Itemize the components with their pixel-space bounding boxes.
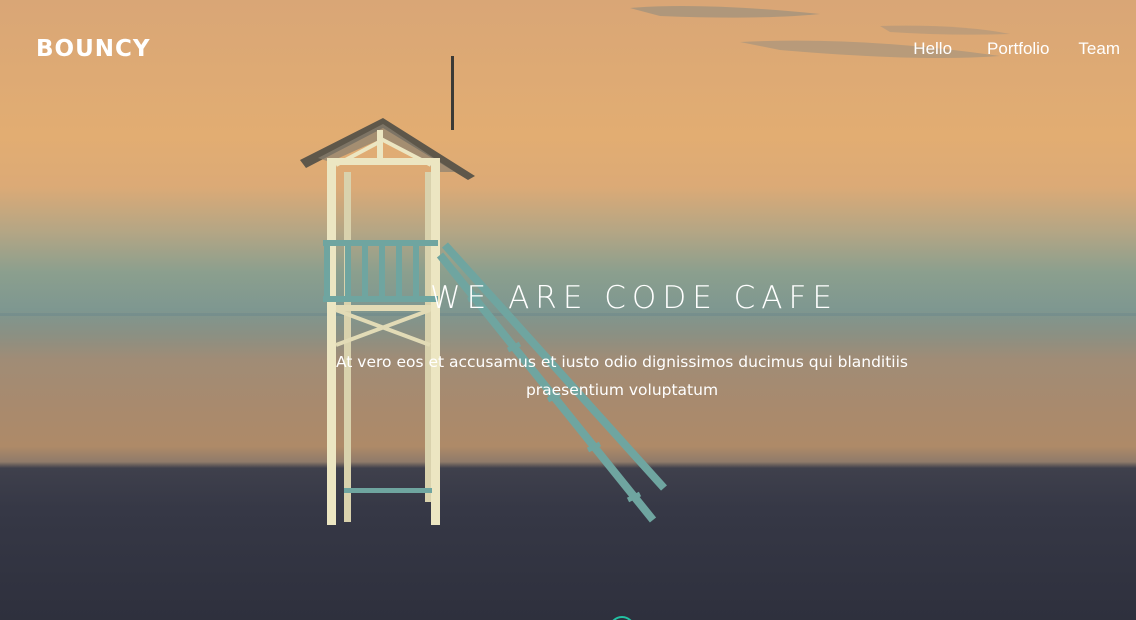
nav-link-team[interactable]: Team bbox=[1078, 39, 1120, 59]
hero-section: BOUNCY Hello Portfolio Team WE ARE CODE … bbox=[0, 0, 1136, 620]
logo[interactable]: BOUNCY bbox=[36, 36, 151, 62]
nav-link-portfolio[interactable]: Portfolio bbox=[987, 39, 1049, 59]
hero-subtitle: At vero eos et accusamus et iusto odio d… bbox=[335, 353, 909, 399]
main-nav: Hello Portfolio Team bbox=[913, 39, 1120, 59]
hero-title: WE ARE CODE CAFE bbox=[430, 280, 838, 316]
nav-link-hello[interactable]: Hello bbox=[913, 39, 952, 59]
